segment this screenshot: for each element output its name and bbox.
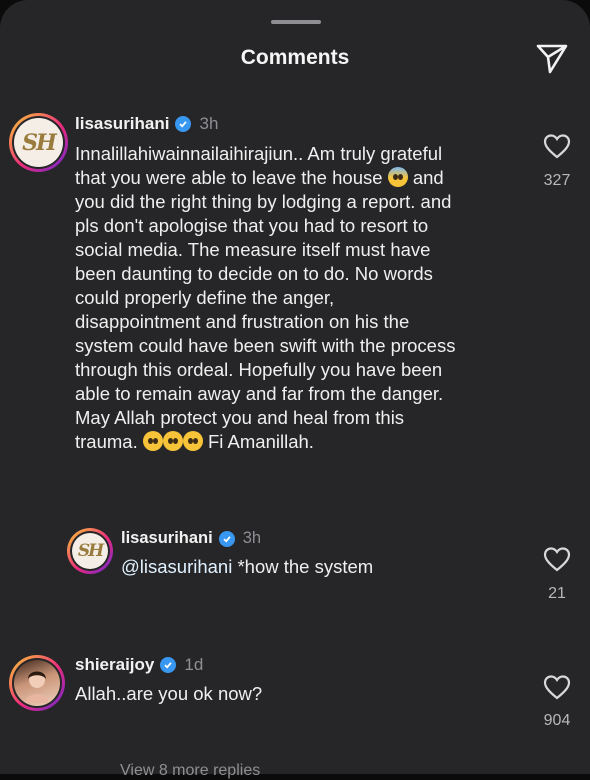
verified-badge-icon	[175, 116, 192, 132]
comment-username[interactable]: lisasurihani 3h	[121, 529, 261, 548]
pleading-face-emoji	[162, 431, 183, 451]
heart-outline-icon[interactable]	[543, 133, 571, 159]
like-count: 327	[543, 172, 571, 189]
verified-badge-icon	[218, 530, 235, 547]
comments-sheet: Comments SH lisasurihani 3h Innalillahiw…	[0, 0, 590, 779]
avatar[interactable]: SH	[67, 528, 113, 574]
username-text: lisasurihani	[75, 114, 170, 133]
mention-link[interactable]: @lisasurihani	[121, 556, 232, 577]
pleading-face-emoji	[182, 431, 203, 451]
comment-timestamp: 3h	[199, 114, 219, 133]
username-text: shieraijoy	[75, 655, 155, 674]
person-portrait-icon	[25, 671, 49, 703]
page-title: Comments	[240, 46, 350, 69]
comment-text: @lisasurihani *how the system	[121, 556, 374, 577]
like-count: 904	[543, 712, 571, 729]
verified-badge-icon	[160, 657, 177, 673]
comment-text: Innalillahiwainnailaihirajiun.. Am truly…	[75, 143, 456, 452]
comment-username[interactable]: lisasurihani 3h	[75, 114, 218, 134]
like-count: 21	[548, 585, 566, 602]
comment-timestamp: 1d	[184, 655, 204, 674]
username-text: lisasurihani	[121, 529, 213, 547]
fearful-face-emoji	[387, 167, 408, 187]
view-more-replies-link[interactable]: View 8 more replies	[120, 762, 260, 780]
avatar[interactable]	[9, 655, 65, 711]
paper-plane-icon[interactable]	[534, 40, 570, 76]
logo-monogram: SH	[22, 129, 57, 156]
heart-outline-icon[interactable]	[543, 546, 571, 572]
sheet-grabber-handle[interactable]	[271, 20, 321, 24]
logo-monogram: SH	[77, 541, 104, 561]
heart-outline-icon[interactable]	[543, 674, 571, 700]
pleading-face-emoji	[142, 431, 163, 451]
comment-timestamp: 3h	[242, 529, 262, 547]
avatar[interactable]: SH	[9, 113, 68, 172]
comment-username[interactable]: shieraijoy 1d	[75, 655, 203, 675]
comment-text: Allah..are you ok now?	[75, 683, 263, 704]
